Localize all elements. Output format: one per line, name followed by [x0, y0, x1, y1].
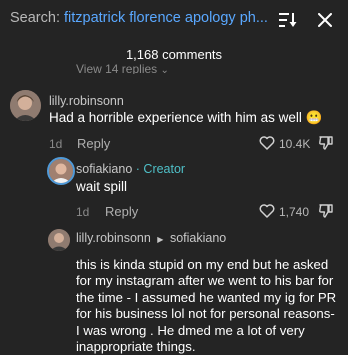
- close-icon[interactable]: [318, 13, 332, 27]
- view-replies-label: View 14 replies: [76, 62, 158, 74]
- search-label: Search:: [10, 10, 64, 26]
- sort-icon[interactable]: [279, 12, 297, 28]
- comment-text: Had a horrible experience with him as we…: [49, 110, 323, 125]
- creator-badge: · Creator: [135, 162, 186, 176]
- reply-to-username[interactable]: sofiakiano: [170, 231, 226, 245]
- like-count: 1,740: [279, 205, 310, 219]
- creator-username[interactable]: sofiakiano: [76, 162, 132, 176]
- search-query-text[interactable]: fitzpatrick florence apology ph...: [64, 10, 268, 26]
- reply-username[interactable]: lilly.robinsonn: [76, 231, 151, 245]
- chevron-down-icon: ⌄: [160, 65, 169, 74]
- heart-icon[interactable]: [259, 204, 275, 218]
- comment-username[interactable]: sofiakiano · Creator: [76, 162, 185, 176]
- reply-arrow-icon: ▶: [157, 235, 164, 244]
- comment-age: 1d: [49, 137, 63, 151]
- reply-button[interactable]: Reply: [77, 136, 110, 151]
- search-header: Search: fitzpatrick florence apology ph.…: [0, 0, 348, 40]
- avatar-creator[interactable]: [47, 157, 75, 185]
- comment-age: 1d: [76, 205, 90, 219]
- avatar[interactable]: [48, 229, 70, 251]
- comment-username[interactable]: lilly.robinsonn: [49, 94, 124, 108]
- comment-username: lilly.robinsonn ▶ sofiakiano: [76, 231, 226, 245]
- dislike-icon[interactable]: [318, 135, 334, 151]
- comments-count: 1,168 comments: [125, 47, 223, 62]
- avatar[interactable]: [10, 90, 41, 121]
- view-replies-link[interactable]: View 14 replies ⌄: [76, 62, 169, 74]
- comment-text: this is kinda stupid on my end but he as…: [76, 257, 337, 355]
- comment-text: wait spill: [76, 179, 128, 194]
- like-count: 10.4K: [279, 137, 311, 151]
- heart-icon[interactable]: [259, 136, 275, 150]
- dislike-icon[interactable]: [318, 203, 334, 219]
- reply-button[interactable]: Reply: [105, 204, 138, 219]
- search-query-bar[interactable]: Search: fitzpatrick florence apology ph.…: [10, 10, 268, 26]
